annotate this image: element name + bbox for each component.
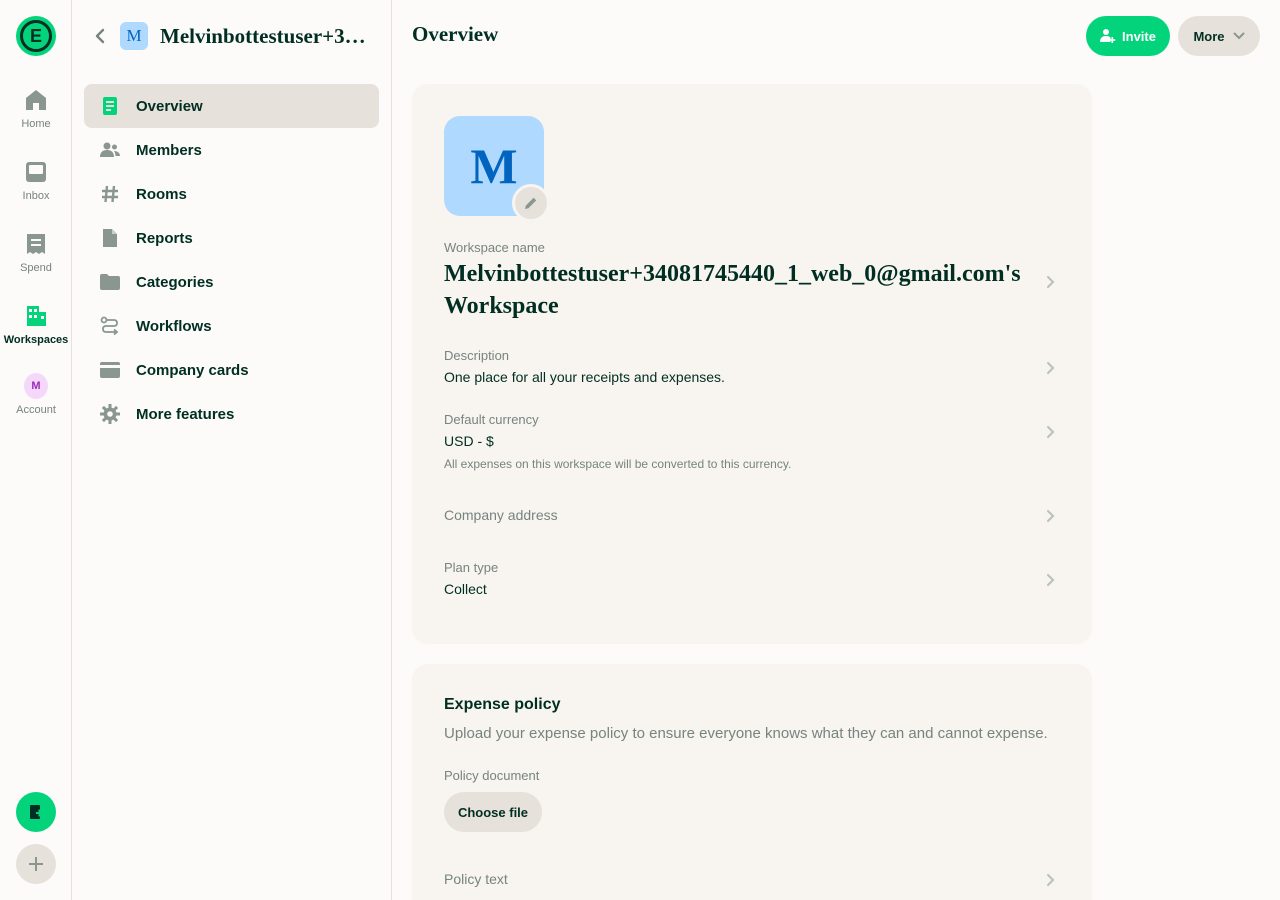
plan-type-value: Collect — [444, 581, 487, 597]
new-receipt-icon — [30, 805, 43, 819]
menu-label-company-cards: Company cards — [136, 361, 249, 379]
rail-label-account: Account — [16, 404, 56, 416]
chevron-right-icon — [1042, 572, 1058, 588]
policy-text-placeholder: Policy text — [444, 871, 508, 887]
expensify-logo[interactable]: E — [16, 16, 56, 56]
menu-label-rooms: Rooms — [136, 185, 187, 203]
more-label: More — [1193, 28, 1225, 44]
workspace-nav: M Melvinbottestuser+34081745440_1_web_0@… — [72, 0, 392, 900]
menu-label-reports: Reports — [136, 229, 193, 247]
default-currency-row[interactable]: Default currency USD - $ All expenses on… — [412, 412, 1092, 472]
menu-item-categories[interactable]: Categories — [84, 260, 379, 304]
invite-label: Invite — [1122, 28, 1156, 44]
users-icon — [100, 140, 120, 160]
workspace-nav-header: M Melvinbottestuser+34081745440_1_web_0@… — [72, 14, 392, 58]
menu-item-more-features[interactable]: More features — [84, 392, 379, 436]
workspace-details-card: M Workspace name Melvinbottestuser+34081… — [412, 84, 1092, 644]
account-avatar: M — [24, 373, 48, 399]
menu-item-overview[interactable]: Overview — [84, 84, 379, 128]
credit-card-icon — [100, 360, 120, 380]
menu-label-more-features: More features — [136, 405, 235, 423]
currency-value: USD - $ — [444, 433, 494, 449]
policy-text-row[interactable]: Policy text — [412, 864, 1092, 896]
add-button[interactable] — [16, 844, 56, 884]
page-title: Overview — [412, 22, 499, 46]
rail-label-home: Home — [21, 118, 51, 130]
rail-item-account[interactable]: M Account — [0, 372, 72, 432]
chevron-right-icon — [1042, 424, 1058, 440]
chevron-right-icon — [1042, 872, 1058, 888]
policy-document-label: Policy document — [444, 768, 540, 783]
company-address-row[interactable]: Company address — [412, 500, 1092, 532]
plus-icon — [29, 857, 43, 871]
global-nav-rail: E Home Inbox Spend Workspaces M Account — [0, 0, 72, 900]
receipt-icon — [24, 232, 48, 256]
hashtag-icon — [100, 184, 120, 204]
workspace-name-label: Workspace name — [444, 240, 545, 255]
currency-hint: All expenses on this workspace will be c… — [444, 457, 792, 471]
menu-item-workflows[interactable]: Workflows — [84, 304, 379, 348]
choose-file-button[interactable]: Choose file — [444, 792, 542, 832]
add-user-icon — [1100, 28, 1116, 44]
rail-label-spend: Spend — [20, 262, 52, 274]
description-row[interactable]: Description One place for all your recei… — [412, 348, 1092, 392]
edit-avatar-button[interactable] — [512, 184, 550, 222]
plan-type-row[interactable]: Plan type Collect — [412, 560, 1092, 604]
gear-icon — [100, 404, 120, 424]
expense-policy-card: Expense policy Upload your expense polic… — [412, 664, 1092, 900]
building-icon — [24, 304, 48, 328]
pencil-icon — [525, 197, 537, 209]
document-icon — [100, 96, 120, 116]
back-button[interactable] — [90, 26, 110, 46]
workspace-name-row[interactable]: Workspace name Melvinbottestuser+3408174… — [412, 240, 1092, 324]
menu-label-overview: Overview — [136, 97, 203, 115]
home-icon — [24, 88, 48, 112]
rail-label-workspaces: Workspaces — [3, 334, 69, 346]
overview-panel: Overview Invite More M Workspace name Me… — [392, 0, 1280, 900]
menu-item-members[interactable]: Members — [84, 128, 379, 172]
chevron-down-icon — [1233, 32, 1245, 40]
menu-item-company-cards[interactable]: Company cards — [84, 348, 379, 392]
plan-type-label: Plan type — [444, 560, 499, 575]
menu-item-rooms[interactable]: Rooms — [84, 172, 379, 216]
chevron-right-icon — [1042, 360, 1058, 376]
rail-label-inbox: Inbox — [22, 190, 50, 202]
menu-label-workflows: Workflows — [136, 317, 212, 335]
chevron-right-icon — [1042, 508, 1058, 524]
rail-item-inbox[interactable]: Inbox — [0, 158, 72, 218]
workflow-icon — [100, 316, 120, 336]
expense-policy-description: Upload your expense policy to ensure eve… — [444, 725, 1048, 742]
chevron-left-icon — [95, 28, 105, 44]
description-label: Description — [444, 348, 510, 363]
workspace-title: Melvinbottestuser+34081745440_1_web_0@gm… — [160, 23, 370, 48]
company-address-placeholder: Company address — [444, 507, 558, 523]
rail-item-workspaces[interactable]: Workspaces — [0, 302, 72, 362]
create-expense-button[interactable] — [16, 792, 56, 832]
logo-letter: E — [29, 25, 42, 46]
invite-button[interactable]: Invite — [1086, 16, 1170, 56]
workspace-name-value: Melvinbottestuser+34081745440_1_web_0@gm… — [444, 261, 1021, 319]
rail-item-spend[interactable]: Spend — [0, 230, 72, 290]
menu-item-reports[interactable]: Reports — [84, 216, 379, 260]
file-icon — [100, 228, 120, 248]
inbox-icon — [24, 160, 48, 184]
workspace-avatar-small: M — [120, 22, 148, 50]
expense-policy-title: Expense policy — [444, 696, 561, 713]
description-value: One place for all your receipts and expe… — [444, 369, 725, 385]
folder-icon — [100, 272, 120, 292]
workspace-menu: Overview Members Rooms Reports Categorie… — [84, 84, 379, 436]
chevron-right-icon — [1042, 274, 1058, 290]
menu-label-members: Members — [136, 141, 202, 159]
rail-item-home[interactable]: Home — [0, 86, 72, 146]
menu-label-categories: Categories — [136, 273, 214, 291]
currency-label: Default currency — [444, 412, 539, 427]
more-button[interactable]: More — [1178, 16, 1260, 56]
